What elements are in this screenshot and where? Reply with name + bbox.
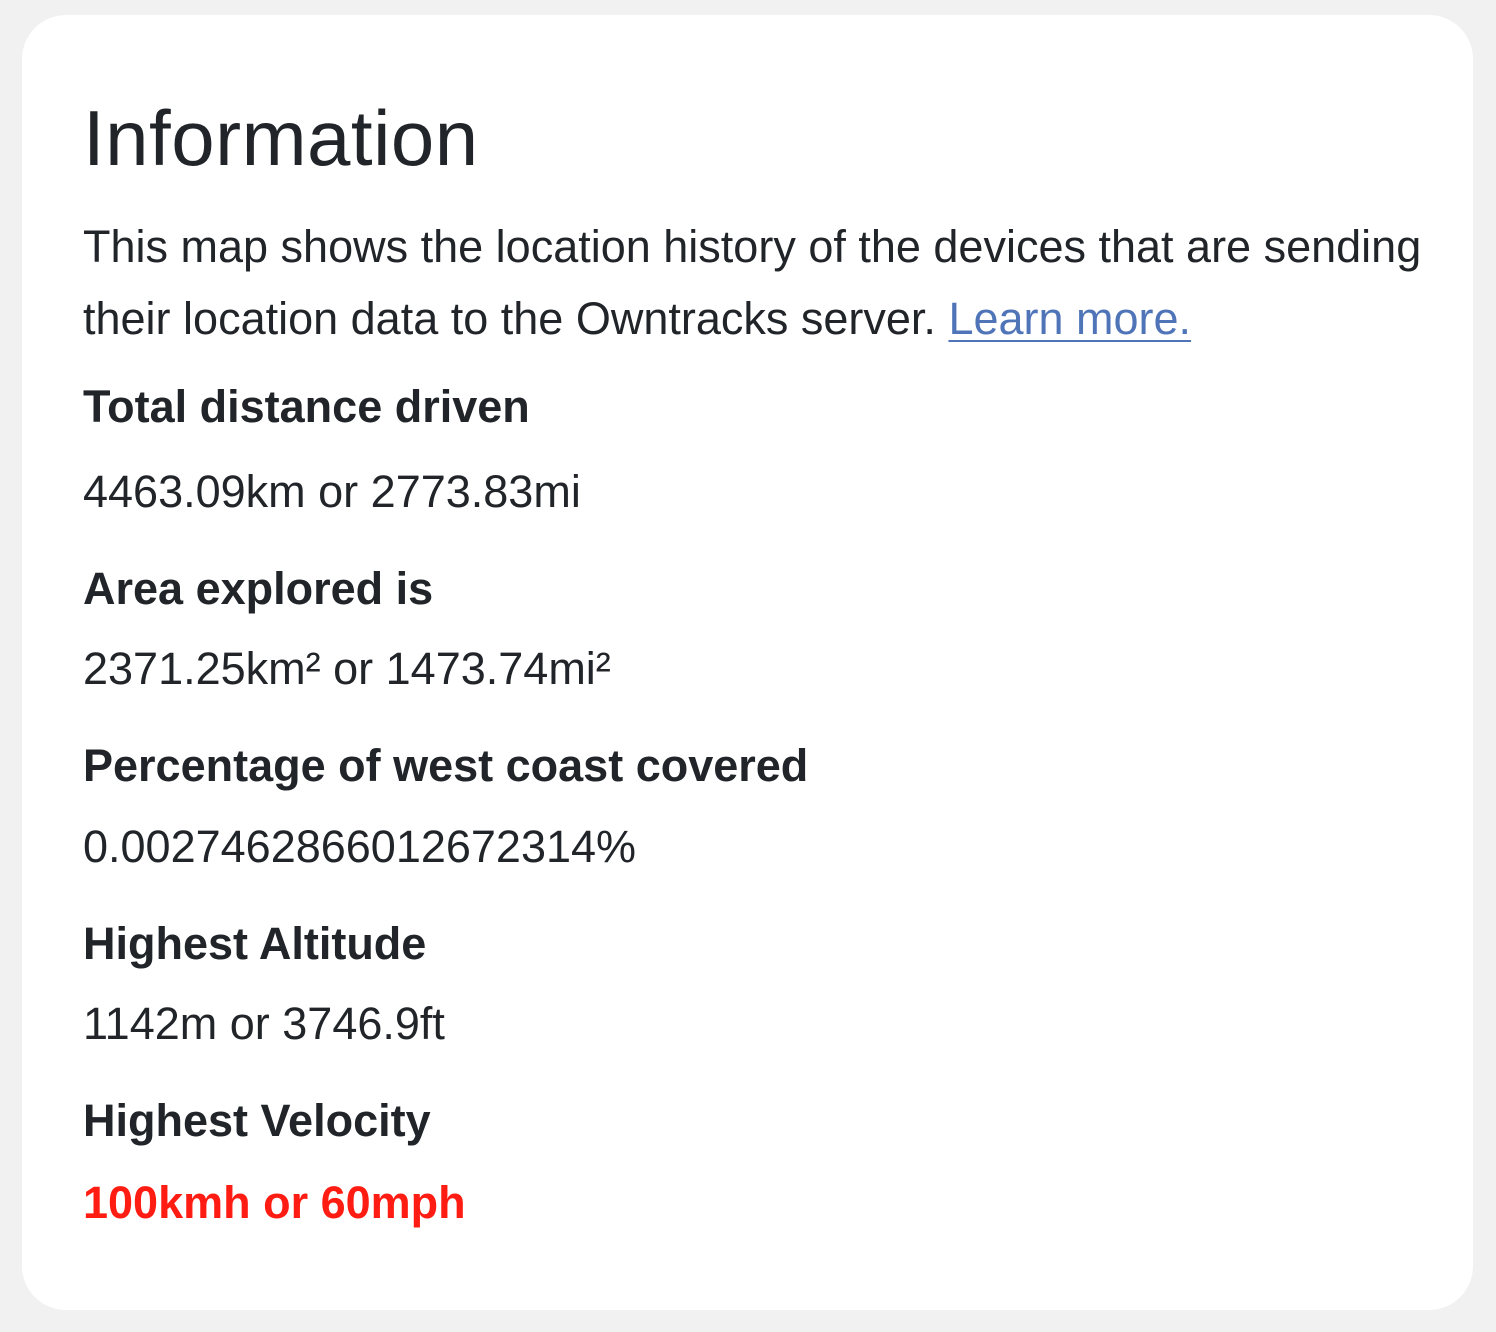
description-text: This map shows the location history of t… [83, 221, 1422, 344]
stat-west-coast-coverage: Percentage of west coast covered 0.00274… [83, 743, 1413, 869]
stat-value-area-explored: 2371.25km² or 1473.74mi² [83, 643, 611, 694]
stat-label-area-explored: Area explored is [83, 563, 434, 614]
information-title: Information [83, 94, 479, 182]
stat-value-west-coast-coverage: 0.0027462866012672314% [83, 821, 637, 872]
stat-label-highest-altitude: Highest Altitude [83, 918, 427, 969]
stat-value-total-distance: 4463.09km or 2773.83mi [83, 466, 581, 517]
learn-more-link[interactable]: Learn more. [948, 293, 1191, 344]
information-card: Information This map shows the location … [22, 15, 1473, 1310]
stat-value-highest-altitude: 1142m or 3746.9ft [83, 998, 445, 1049]
stat-value-highest-velocity: 100kmh or 60mph [83, 1177, 466, 1228]
stat-area-explored: Area explored is 2371.25km² or 1473.74mi… [83, 566, 1413, 691]
stat-label-total-distance: Total distance driven [83, 381, 530, 432]
stat-highest-altitude: Highest Altitude 1142m or 3746.9ft [83, 921, 1413, 1046]
stat-total-distance: Total distance driven 4463.09km or 2773.… [83, 384, 1413, 514]
stat-highest-velocity: Highest Velocity 100kmh or 60mph [83, 1098, 1413, 1225]
information-description: This map shows the location history of t… [83, 211, 1423, 355]
stat-label-west-coast-coverage: Percentage of west coast covered [83, 740, 809, 791]
stat-label-highest-velocity: Highest Velocity [83, 1095, 431, 1146]
